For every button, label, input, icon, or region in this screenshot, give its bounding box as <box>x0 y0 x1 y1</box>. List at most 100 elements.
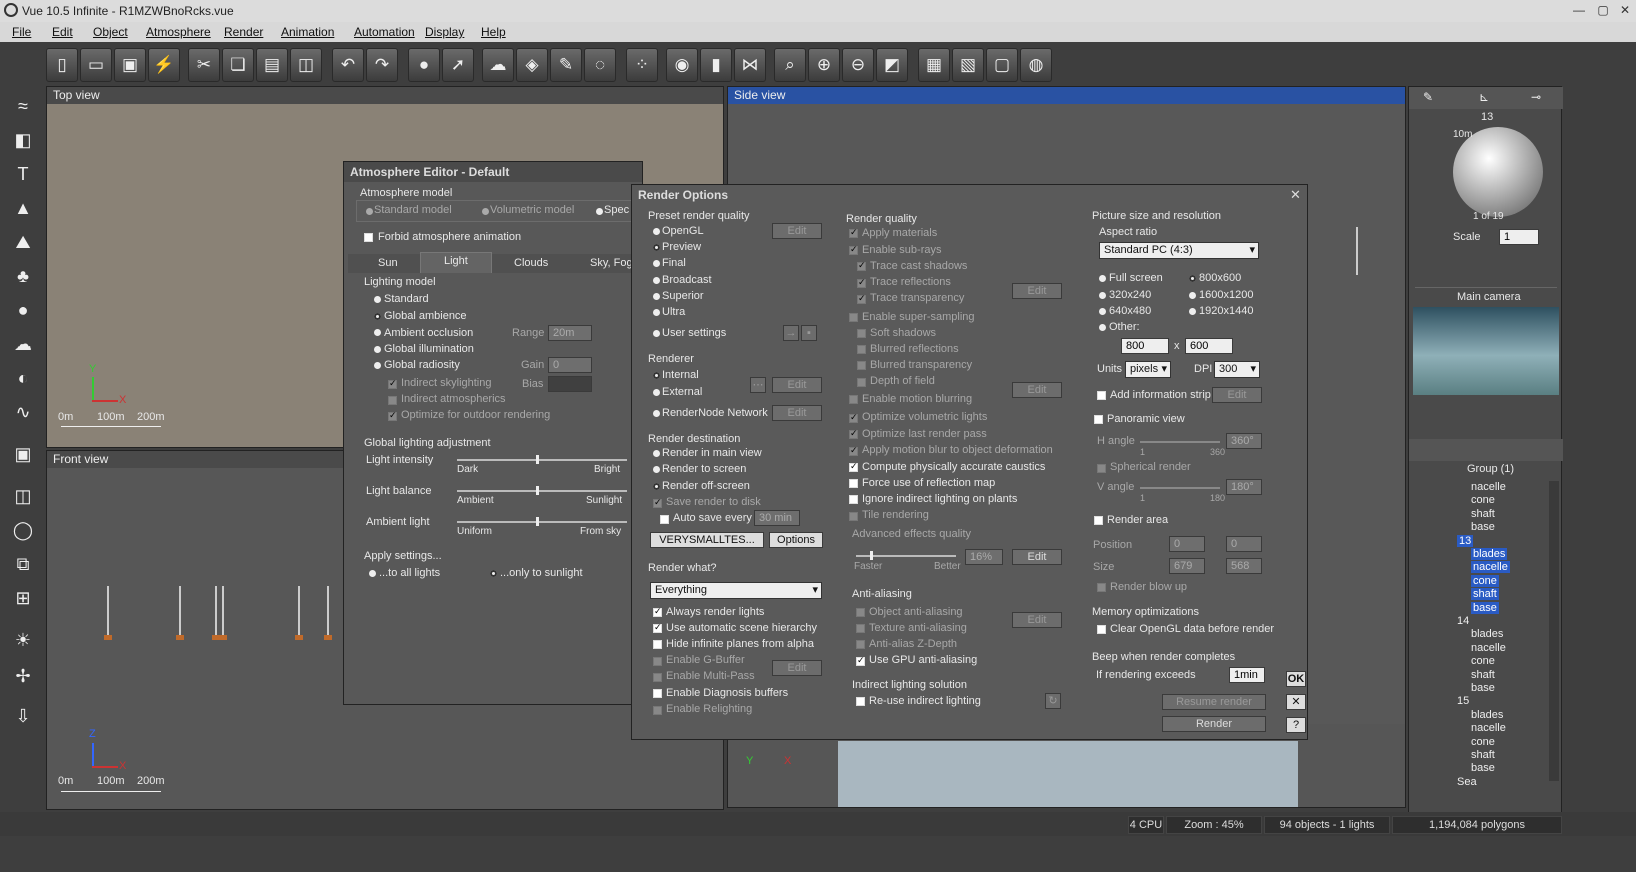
radio-final[interactable] <box>653 260 660 267</box>
apply-materials-checkbox[interactable] <box>849 227 858 238</box>
fan-icon[interactable]: ✢ <box>6 660 40 692</box>
advanced-quality-knob[interactable] <box>870 551 873 560</box>
tree-item[interactable]: shaft <box>1471 588 1499 601</box>
radio-global-radiosity[interactable] <box>374 362 381 369</box>
volumetric-lights-checkbox[interactable] <box>849 412 858 423</box>
tree-item[interactable]: shaft <box>1471 669 1495 681</box>
radio-1920x1440[interactable] <box>1189 308 1196 315</box>
v-angle-field[interactable]: 180° <box>1226 479 1262 495</box>
user-settings-arrow-icon[interactable]: → <box>783 325 799 341</box>
cube-icon[interactable]: ◧ <box>6 124 40 156</box>
clear-opengl-checkbox[interactable] <box>1097 625 1106 634</box>
render-icon[interactable]: ◉ <box>666 48 698 82</box>
gbuffer-edit-button[interactable]: Edit <box>772 660 822 676</box>
ambient-light-slider[interactable] <box>457 521 627 523</box>
range-field[interactable]: 20m <box>548 325 592 341</box>
tree-item[interactable]: shaft <box>1471 749 1495 761</box>
info-strip-edit-button[interactable]: Edit <box>1212 387 1262 403</box>
cloud-icon[interactable]: ☁ <box>6 328 40 360</box>
tree-item[interactable]: Sea <box>1457 776 1477 788</box>
trace-edit-button[interactable]: Edit <box>1012 283 1062 299</box>
menu-animation[interactable]: Animation <box>281 25 334 39</box>
menu-file[interactable]: File <box>12 25 31 39</box>
h-angle-slider[interactable] <box>1140 441 1220 443</box>
zoom-out-icon[interactable]: ⊖ <box>842 48 874 82</box>
tree-item[interactable]: cone <box>1471 494 1495 506</box>
dpi-select[interactable]: 300 <box>1214 361 1260 378</box>
radio-full-screen[interactable] <box>1099 275 1106 282</box>
radio-superior[interactable] <box>653 293 660 300</box>
radio-other[interactable] <box>1099 324 1106 331</box>
tree-item[interactable]: blades <box>1471 548 1508 560</box>
text-icon[interactable]: T <box>6 158 40 190</box>
rock-icon[interactable]: ● <box>6 294 40 326</box>
metablob-icon[interactable]: ◯ <box>6 514 40 546</box>
position-x-field[interactable]: 0 <box>1169 536 1205 552</box>
bool-icon[interactable]: ⧉ <box>6 548 40 580</box>
box-icon[interactable]: ▣ <box>6 438 40 470</box>
tree-scrollbar[interactable] <box>1549 481 1559 781</box>
blurred-transparency-checkbox[interactable] <box>857 361 866 370</box>
reuse-refresh-icon[interactable]: ↻ <box>1045 693 1061 709</box>
spherical-checkbox[interactable] <box>1097 464 1106 473</box>
brush-icon[interactable]: ✎ <box>1423 90 1433 104</box>
menu-display[interactable]: Display <box>425 25 464 39</box>
close-button[interactable]: ✕ <box>1614 2 1636 18</box>
external-dots-icon[interactable]: ⋯ <box>750 377 766 393</box>
import-icon[interactable]: ⇩ <box>6 700 40 732</box>
radio-ultra[interactable] <box>653 309 660 316</box>
sampling-edit-button[interactable]: Edit <box>1012 382 1062 398</box>
object-aa-checkbox[interactable] <box>856 608 865 617</box>
transparency-checkbox[interactable] <box>857 293 866 304</box>
radio-internal[interactable] <box>653 372 660 379</box>
new-icon[interactable]: ▯ <box>46 48 78 82</box>
blow-up-checkbox[interactable] <box>1097 583 1106 592</box>
bias-field[interactable] <box>548 376 592 392</box>
maximize-button[interactable]: ▢ <box>1592 2 1614 18</box>
duplicate-icon[interactable]: ◫ <box>290 48 322 82</box>
gain-field[interactable]: 0 <box>548 357 592 373</box>
soft-shadows-checkbox[interactable] <box>857 329 866 338</box>
tree-item[interactable]: cone <box>1471 574 1499 587</box>
panoramic-checkbox[interactable] <box>1094 415 1103 424</box>
auto-save-checkbox[interactable] <box>660 515 669 524</box>
advanced-quality-field[interactable]: 16% <box>965 549 1003 565</box>
render-area-checkbox[interactable] <box>1094 516 1103 525</box>
group-icon[interactable]: ◫ <box>6 480 40 512</box>
light-intensity-slider[interactable] <box>457 459 627 461</box>
radio-volumetric-model[interactable] <box>482 208 489 215</box>
super-sampling-checkbox[interactable] <box>849 313 858 322</box>
tree-item[interactable]: 15 <box>1457 695 1469 707</box>
radio-spectral-model[interactable] <box>596 208 603 215</box>
tab-sun[interactable]: Sun <box>378 257 398 269</box>
user-settings-save-icon[interactable]: ▪ <box>801 325 817 341</box>
tree-item[interactable]: blades <box>1471 709 1503 721</box>
aa-edit-button[interactable]: Edit <box>1012 612 1062 628</box>
tree-item[interactable]: nacelle <box>1471 642 1506 654</box>
tree-item[interactable]: 13 <box>1457 534 1474 547</box>
minimize-button[interactable]: — <box>1568 2 1590 18</box>
zoom-in-icon[interactable]: ⊕ <box>808 48 840 82</box>
flip-icon[interactable]: ⋈ <box>734 48 766 82</box>
tab-clouds[interactable]: Clouds <box>514 257 548 269</box>
tile-rendering-checkbox[interactable] <box>849 512 858 521</box>
radio-broadcast[interactable] <box>653 277 660 284</box>
info-strip-checkbox[interactable] <box>1097 391 1106 400</box>
deformation-blur-checkbox[interactable] <box>849 445 858 456</box>
tree-item[interactable]: cone <box>1471 736 1495 748</box>
undo-icon[interactable]: ↶ <box>332 48 364 82</box>
caustics-checkbox[interactable] <box>849 461 858 472</box>
radio-only-sunlight[interactable] <box>490 570 497 577</box>
paint-icon[interactable]: ✎ <box>550 48 582 82</box>
menu-help[interactable]: Help <box>481 25 506 39</box>
menu-object[interactable]: Object <box>93 25 128 39</box>
render-close-icon[interactable]: ✕ <box>1290 187 1301 203</box>
output-options-button[interactable]: Options <box>769 532 823 548</box>
terrain-icon[interactable]: ▲ <box>6 192 40 224</box>
tree-item[interactable]: cone <box>1471 655 1495 667</box>
texture-aa-checkbox[interactable] <box>856 624 865 633</box>
always-render-lights-checkbox[interactable] <box>653 606 662 617</box>
relighting-checkbox[interactable] <box>653 706 662 715</box>
light-balance-knob[interactable] <box>536 486 539 495</box>
menu-automation[interactable]: Automation <box>354 25 415 39</box>
